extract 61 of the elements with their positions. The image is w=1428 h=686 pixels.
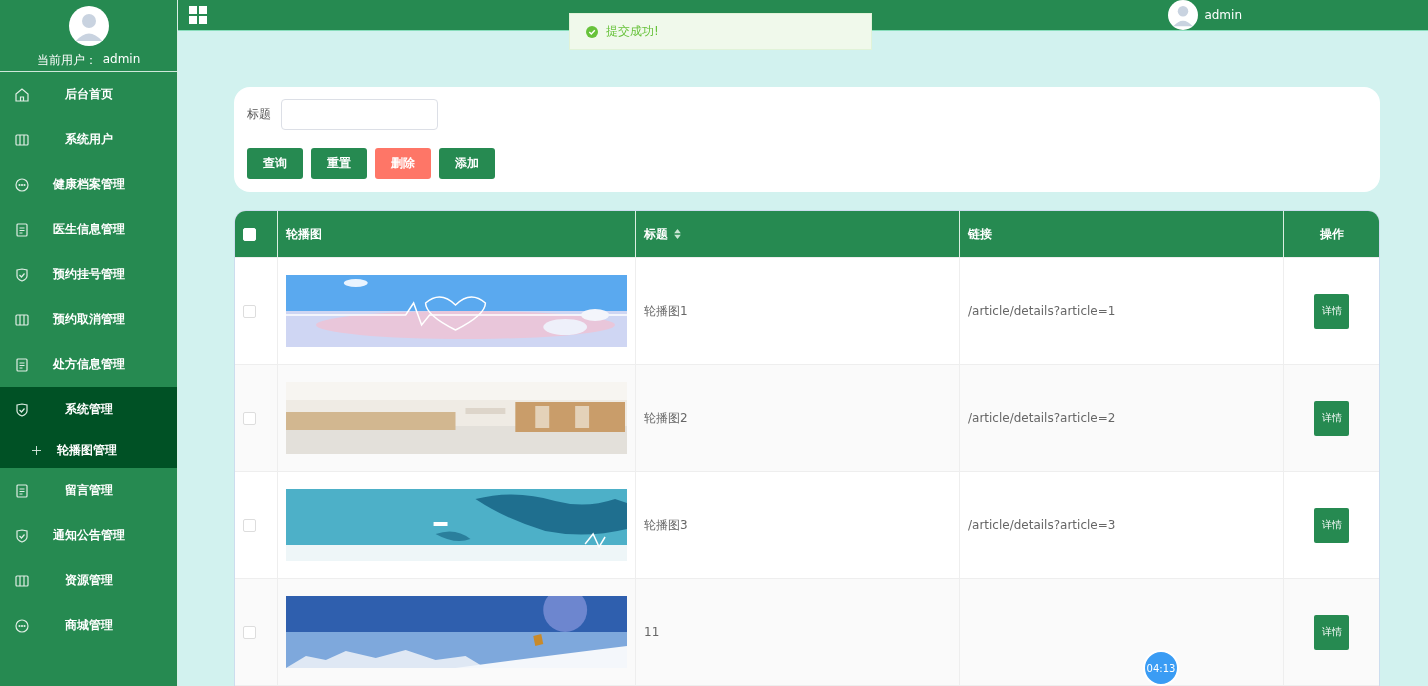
nav-item[interactable]: 预约取消管理 [0, 297, 177, 342]
table-cell: /article/details?article=1 [968, 304, 1116, 318]
columns-icon [14, 572, 30, 589]
detail-button[interactable]: 详情 [1314, 507, 1349, 543]
table-cell: 11 [644, 625, 660, 639]
shield-icon [14, 266, 30, 283]
document-icon [14, 356, 30, 373]
nav-item[interactable]: 通知公告管理 [0, 513, 177, 558]
row-checkbox[interactable] [243, 411, 256, 425]
detail-button[interactable]: 详情 [1314, 614, 1349, 650]
select-all-checkbox[interactable] [243, 227, 256, 241]
table-cell: 轮播图3 [644, 516, 688, 534]
nav-subitem[interactable]: 轮播图管理 [0, 432, 177, 468]
chat-icon [14, 617, 30, 634]
document-icon [14, 221, 30, 238]
table-cell: 轮播图1 [644, 302, 688, 320]
nav-item[interactable]: 留言管理 [0, 468, 177, 513]
user-name: admin [102, 52, 141, 68]
action-button[interactable]: 重置 [311, 148, 367, 179]
nav-item[interactable]: 医生信息管理 [0, 207, 177, 252]
sort-icon[interactable] [674, 229, 681, 239]
nav-item[interactable]: 处方信息管理 [0, 342, 177, 387]
column-header: 操作 [1319, 225, 1344, 243]
document-icon [14, 482, 30, 499]
nav-item[interactable]: 系统管理 [0, 387, 177, 432]
action-button[interactable]: 查询 [247, 148, 303, 179]
delete-button[interactable]: 删除 [375, 148, 431, 179]
avatar-icon[interactable] [1168, 0, 1199, 30]
plus-icon [32, 445, 41, 455]
nav-item[interactable]: 预约挂号管理 [0, 252, 177, 297]
detail-button[interactable]: 详情 [1314, 293, 1349, 329]
nav-item[interactable]: 后台首页 [0, 72, 177, 117]
grid-icon[interactable] [189, 6, 207, 24]
detail-button[interactable]: 详情 [1314, 400, 1349, 436]
row-checkbox[interactable] [243, 304, 256, 318]
nav-item[interactable]: 商城管理 [0, 603, 177, 648]
column-header: 轮播图 [286, 225, 322, 243]
check-icon [586, 25, 598, 38]
field-label: 标题 [247, 106, 271, 123]
columns-icon [14, 131, 30, 148]
avatar-icon [68, 6, 109, 46]
user-label: 当前用户： [36, 52, 97, 69]
row-checkbox[interactable] [243, 518, 256, 532]
row-checkbox[interactable] [243, 625, 256, 639]
columns-icon [14, 311, 30, 328]
column-header: 标题 [644, 225, 668, 243]
shield-icon [14, 401, 30, 418]
home-icon [14, 86, 30, 103]
title-input[interactable] [281, 99, 438, 130]
nav-item[interactable]: 健康档案管理 [0, 162, 177, 207]
table-cell: /article/details?article=2 [968, 411, 1116, 425]
toast-message: 提交成功! [606, 23, 659, 40]
user-name[interactable]: admin [1204, 8, 1242, 22]
action-button[interactable]: 添加 [439, 148, 495, 179]
nav-item[interactable]: 系统用户 [0, 117, 177, 162]
nav-item[interactable]: 资源管理 [0, 558, 177, 603]
chat-icon [14, 176, 30, 193]
column-header: 链接 [968, 225, 992, 243]
table-cell: 轮播图2 [644, 409, 688, 427]
shield-icon [14, 527, 30, 544]
table-cell: /article/details?article=3 [968, 518, 1116, 532]
